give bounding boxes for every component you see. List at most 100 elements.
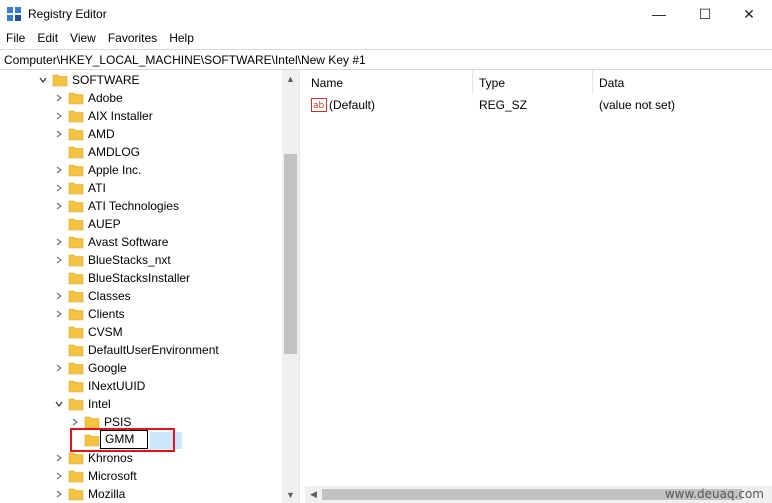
folder-icon	[64, 379, 88, 393]
folder-icon	[64, 361, 88, 375]
tree-item-clients[interactable]: Clients	[54, 305, 125, 323]
chevron-right-icon[interactable]	[54, 287, 64, 305]
column-header-name[interactable]: Name	[305, 70, 473, 94]
menu-favorites[interactable]: Favorites	[102, 28, 163, 48]
value-name-cell: ab (Default)	[311, 96, 375, 114]
tree-item-intel[interactable]: Intel	[54, 395, 111, 413]
chevron-right-icon[interactable]	[54, 467, 64, 485]
tree-item-label: AMDLOG	[88, 145, 141, 159]
folder-icon	[64, 307, 88, 321]
scroll-left-icon[interactable]: ◀	[305, 486, 322, 503]
tree-item-mozilla[interactable]: Mozilla	[54, 485, 125, 503]
chevron-right-icon[interactable]	[54, 485, 64, 503]
tree-item-google[interactable]: Google	[54, 359, 127, 377]
tree-item-inextuuid[interactable]: INextUUID	[54, 377, 145, 395]
tree-item-microsoft[interactable]: Microsoft	[54, 467, 137, 485]
scroll-down-icon[interactable]: ▼	[282, 486, 299, 503]
scroll-thumb[interactable]	[284, 154, 297, 354]
chevron-right-icon[interactable]	[54, 233, 64, 251]
tree-item-label: Microsoft	[88, 469, 137, 483]
folder-icon	[64, 253, 88, 267]
tree-item-label: CVSM	[88, 325, 123, 339]
string-value-icon: ab	[311, 98, 327, 112]
folder-icon	[80, 415, 104, 429]
chevron-down-icon[interactable]	[54, 395, 64, 413]
tree-item-label: AUEP	[88, 217, 121, 231]
folder-icon	[64, 145, 88, 159]
folder-icon	[64, 343, 88, 357]
tree-item-software[interactable]: SOFTWARE	[38, 71, 140, 89]
tree-item-apple-inc-[interactable]: Apple Inc.	[54, 161, 141, 179]
tree-item-ati-technologies[interactable]: ATI Technologies	[54, 197, 179, 215]
tree-item-avast-software[interactable]: Avast Software	[54, 233, 168, 251]
tree-item-label: Avast Software	[88, 235, 169, 249]
tree-item-label: AIX Installer	[88, 109, 153, 123]
menu-bar: File Edit View Favorites Help	[0, 28, 772, 48]
tree-item-bluestacks-nxt[interactable]: BlueStacks_nxt	[54, 251, 171, 269]
chevron-right-icon[interactable]	[54, 449, 64, 467]
minimize-button[interactable]: —	[636, 0, 682, 28]
tree-item-amdlog[interactable]: AMDLOG	[54, 143, 140, 161]
tree-pane: SOFTWARE Adobe AIX Installer AMD AMDLOG Apple…	[0, 70, 298, 503]
chevron-right-icon[interactable]	[54, 359, 64, 377]
tree-item-label: Mozilla	[88, 487, 126, 501]
tree-item-adobe[interactable]: Adobe	[54, 89, 123, 107]
tree-item-defaultuserenvironment[interactable]: DefaultUserEnvironment	[54, 341, 219, 359]
values-list: Name Type Data ab (Default) REG_SZ (valu…	[305, 70, 772, 503]
menu-help[interactable]: Help	[163, 28, 200, 48]
folder-icon	[64, 91, 88, 105]
folder-icon	[64, 127, 88, 141]
chevron-right-icon[interactable]	[54, 125, 64, 143]
tree-item-aix-installer[interactable]: AIX Installer	[54, 107, 153, 125]
chevron-down-icon[interactable]	[38, 71, 48, 89]
menu-edit[interactable]: Edit	[31, 28, 64, 48]
chevron-right-icon[interactable]	[54, 251, 64, 269]
folder-icon	[64, 397, 88, 411]
tree-item-ati[interactable]: ATI	[54, 179, 106, 197]
chevron-right-icon[interactable]	[54, 89, 64, 107]
tree-item-label: Google	[88, 361, 127, 375]
tree-item-label: BlueStacksInstaller	[88, 271, 191, 285]
chevron-right-icon[interactable]	[54, 179, 64, 197]
tree-item-cvsm[interactable]: CVSM	[54, 323, 123, 341]
close-icon: ✕	[743, 5, 755, 22]
folder-icon	[64, 325, 88, 339]
chevron-right-icon[interactable]	[54, 161, 64, 179]
close-button[interactable]: ✕	[726, 0, 772, 28]
address-path: Computer\HKEY_LOCAL_MACHINE\SOFTWARE\Int…	[4, 53, 366, 67]
tree-item-label: Apple Inc.	[88, 163, 142, 177]
tree-item-khronos[interactable]: Khronos	[54, 449, 133, 467]
tree-item-classes[interactable]: Classes	[54, 287, 131, 305]
menu-file[interactable]: File	[0, 28, 31, 48]
value-name: (Default)	[329, 98, 376, 112]
chevron-right-icon[interactable]	[54, 197, 64, 215]
menu-view[interactable]: View	[64, 28, 102, 48]
scroll-up-icon[interactable]: ▲	[282, 70, 299, 87]
tree-item-label: Khronos	[88, 451, 133, 465]
address-bar[interactable]: Computer\HKEY_LOCAL_MACHINE\SOFTWARE\Int…	[0, 49, 772, 70]
folder-icon	[64, 487, 88, 501]
title-bar: Registry Editor — ☐ ✕	[0, 0, 772, 28]
value-type: REG_SZ	[479, 98, 528, 112]
chevron-right-icon[interactable]	[54, 305, 64, 323]
column-header-type[interactable]: Type	[473, 70, 593, 94]
tree-item-label: SOFTWARE	[72, 73, 140, 87]
tree-item-amd[interactable]: AMD	[54, 125, 115, 143]
tree-item-bluestacksinstaller[interactable]: BlueStacksInstaller	[54, 269, 190, 287]
folder-icon	[64, 235, 88, 249]
tree-item-label: AMD	[88, 127, 115, 141]
tree-vertical-scrollbar[interactable]: ▲ ▼	[282, 70, 299, 503]
chevron-right-icon[interactable]	[54, 107, 64, 125]
column-header-data[interactable]: Data	[593, 70, 772, 94]
value-row[interactable]: ab (Default) REG_SZ (value not set)	[305, 96, 772, 114]
value-data: (value not set)	[599, 98, 676, 112]
tree-item-auep[interactable]: AUEP	[54, 215, 121, 233]
maximize-button[interactable]: ☐	[682, 0, 728, 28]
folder-icon	[64, 199, 88, 213]
pane-splitter[interactable]	[299, 70, 304, 503]
window-title: Registry Editor	[28, 7, 107, 21]
folder-icon	[64, 289, 88, 303]
